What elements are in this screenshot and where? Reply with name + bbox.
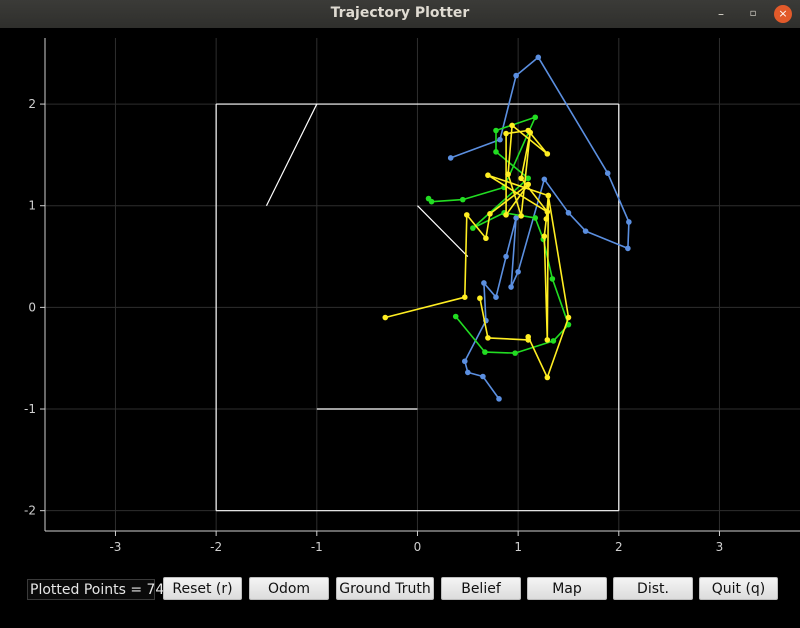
trajectory-point — [532, 215, 539, 221]
x-tick-label: 1 — [514, 540, 522, 554]
trajectory-point — [549, 276, 556, 282]
trajectory-point — [481, 280, 487, 286]
trajectory-point — [544, 151, 551, 157]
trajectory-point — [527, 129, 534, 136]
map-button[interactable]: Map — [527, 577, 607, 600]
plotter-window: Trajectory Plotter – ▫ × -3 -2 -1 0 1 2 3 2 1 0 -1… — [0, 0, 800, 628]
close-icon[interactable]: × — [774, 5, 792, 23]
y-tick-label: 1 — [28, 199, 36, 213]
trajectory-point — [513, 215, 519, 221]
trajectory-point — [482, 349, 488, 355]
y-tick-label: 2 — [28, 97, 36, 111]
trajectory-point — [485, 172, 491, 179]
x-tick-label: 0 — [414, 540, 422, 554]
minimize-icon[interactable]: – — [711, 4, 731, 24]
trajectory-point — [626, 219, 632, 225]
belief-button[interactable]: Belief — [441, 577, 521, 600]
trajectory-point — [565, 210, 572, 216]
trajectory-point — [535, 54, 542, 61]
trajectory-point — [461, 294, 468, 301]
x-tick-label: -3 — [109, 540, 121, 554]
x-tick-label: 3 — [716, 540, 724, 554]
trajectory-point — [485, 335, 491, 341]
trajectory-point — [525, 181, 531, 188]
trajectory-point — [541, 233, 548, 240]
trajectory-point — [604, 170, 611, 176]
x-tick-label: -2 — [210, 540, 222, 554]
trajectory-point — [477, 295, 483, 302]
trajectory-point — [544, 374, 551, 381]
trajectory-point — [509, 122, 515, 129]
quit-button[interactable]: Quit (q) — [699, 577, 778, 600]
trajectory-point — [459, 196, 466, 203]
trajectory-point — [508, 284, 514, 290]
odom-button[interactable]: Odom — [249, 577, 329, 600]
trajectory-point — [483, 235, 489, 242]
trajectory-point — [515, 268, 521, 275]
trajectory-point — [525, 337, 531, 343]
trajectory-point — [532, 114, 539, 121]
y-tick-label: -2 — [24, 504, 36, 518]
plotted-points-status: Plotted Points = 74 — [27, 579, 164, 600]
trajectory-point — [518, 213, 524, 219]
dist-button[interactable]: Dist. — [613, 577, 693, 600]
trajectory-point — [544, 209, 551, 215]
trajectory-point — [496, 396, 502, 402]
trajectory-point — [447, 155, 454, 161]
trajectory-point — [463, 212, 470, 218]
trajectory-point — [550, 338, 557, 344]
trajectory-point — [541, 176, 548, 183]
trajectory-point — [545, 192, 552, 199]
reset-button[interactable]: Reset (r) — [163, 577, 242, 600]
ground-truth-button[interactable]: Ground Truth — [336, 577, 434, 600]
trajectory-point — [512, 350, 518, 356]
trajectory-point — [461, 358, 468, 365]
trajectory-point — [565, 314, 572, 321]
trajectory-point — [465, 369, 471, 376]
trajectory-point — [382, 314, 389, 321]
trajectory-point — [505, 171, 511, 178]
trajectory-point — [428, 198, 435, 205]
window-title: Trajectory Plotter — [330, 5, 470, 21]
trajectory-point — [503, 253, 509, 260]
trajectory-point — [470, 225, 476, 231]
trajectory-point — [503, 212, 509, 218]
trajectory-point — [503, 130, 509, 137]
trajectory-point — [582, 228, 589, 234]
trajectory-point — [452, 313, 459, 320]
trajectory-point — [493, 294, 499, 301]
plot-background — [0, 28, 800, 570]
maximize-icon[interactable]: ▫ — [743, 4, 763, 24]
x-tick-label: 2 — [615, 540, 623, 554]
trajectory-point — [544, 337, 551, 343]
x-tick-label: -1 — [311, 540, 323, 554]
trajectory-point — [543, 216, 550, 222]
trajectory-point — [493, 149, 499, 155]
trajectory-point — [480, 373, 486, 380]
y-tick-label: 0 — [28, 300, 36, 314]
trajectory-point — [487, 211, 493, 217]
trajectory-point — [625, 245, 631, 252]
trajectory-point — [518, 175, 524, 182]
trajectory-plot[interactable]: -3 -2 -1 0 1 2 3 2 1 0 -1 -2 — [0, 28, 800, 570]
title-bar[interactable]: Trajectory Plotter – ▫ × — [0, 0, 800, 29]
trajectory-point — [493, 127, 499, 134]
y-tick-label: -1 — [24, 402, 36, 416]
trajectory-point — [497, 136, 503, 143]
trajectory-point — [513, 72, 519, 79]
